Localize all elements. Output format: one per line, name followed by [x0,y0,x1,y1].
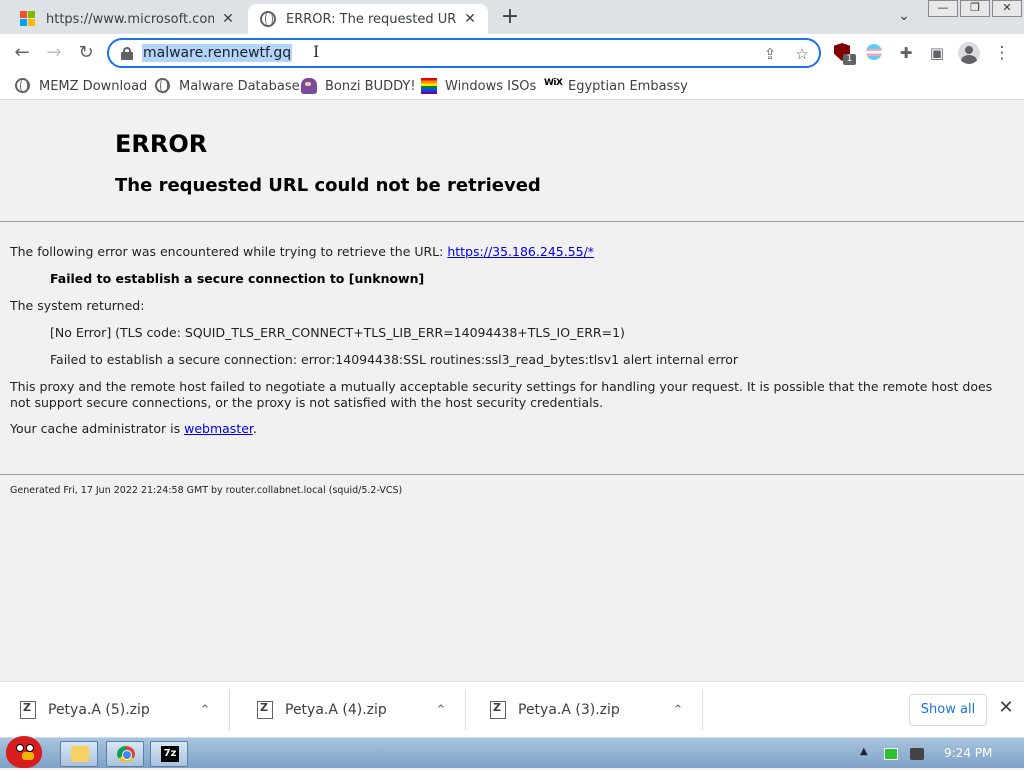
download-item[interactable]: Petya.A (5).zip ⌃ [0,690,230,730]
globe-icon [260,11,276,27]
extension-badge: 1 [843,54,856,65]
wix-icon: WiX [544,78,563,88]
cache-admin: Your cache administrator is webmaster. [10,421,257,436]
page-title: ERROR [115,130,208,158]
tab-strip: https://www.microsoft.com/sc ✕ ERROR: Th… [0,0,1024,34]
profile-avatar[interactable] [958,42,980,64]
zip-file-icon [257,701,273,719]
folder-icon [71,746,89,762]
forward-button[interactable]: → [42,42,66,64]
bookmark-label: Bonzi BUDDY! [325,78,416,94]
bonzi-icon [301,78,317,94]
bookmark-label: Malware Database [179,78,300,94]
system-returned-label: The system returned: [10,298,145,313]
bookmark-windows-isos[interactable]: Windows ISOs [421,76,536,96]
download-name: Petya.A (5).zip [48,702,150,718]
divider [0,474,1024,475]
lock-icon[interactable] [121,47,133,60]
taskbar: 7z ▲ 9:24 PM [0,736,1024,768]
globe-icon [155,78,171,94]
battery-icon[interactable] [884,748,898,760]
bookmarks-bar: MEMZ Download Malware Database Bonzi BUD… [0,72,1024,100]
extensions-puzzle-icon[interactable]: ✚ [896,43,916,63]
show-all-button[interactable]: Show all [909,694,987,726]
network-icon[interactable] [910,748,924,760]
chevron-up-icon[interactable]: ⌃ [668,703,688,718]
taskbar-7zip[interactable]: 7z [150,741,188,767]
bookmark-label: Egyptian Embassy [568,78,688,94]
tab-close-icon[interactable]: ✕ [220,11,236,27]
generated-footer: Generated Fri, 17 Jun 2022 21:24:58 GMT … [10,485,403,496]
bookmark-bonzi-buddy[interactable]: Bonzi BUDDY! [301,76,416,96]
clock[interactable]: 9:24 PM [944,746,992,760]
minimize-button[interactable]: — [928,0,958,17]
error-explanation: This proxy and the remote host failed to… [10,379,993,410]
chevron-up-icon[interactable]: ⌃ [431,703,451,718]
tab-search-button[interactable]: ⌄ [894,8,914,28]
page-subtitle: The requested URL could not be retrieved [115,175,541,196]
share-icon[interactable]: ⇪ [761,45,779,63]
chevron-up-icon[interactable]: ⌃ [195,703,215,718]
bookmark-memz[interactable]: MEMZ Download [15,76,147,96]
menu-kebab-icon[interactable]: ⋮ [992,43,1012,63]
tab-title: https://www.microsoft.com/sc [46,11,214,27]
new-tab-button[interactable]: + [498,6,522,30]
star-icon[interactable]: ☆ [793,45,811,63]
bookmark-egyptian-embassy[interactable]: WiX Egyptian Embassy [544,76,688,96]
page-content: ERROR The requested URL could not be ret… [0,101,1024,681]
window-controls: — ❐ ✕ [926,0,1022,17]
7zip-icon: 7z [161,746,179,762]
close-window-button[interactable]: ✕ [992,0,1022,17]
extension-ball-icon[interactable] [866,44,882,60]
tab-error[interactable]: ERROR: The requested URL co ✕ [248,4,488,34]
error-url-link[interactable]: https://35.186.245.55/* [447,244,594,259]
chrome-icon [117,746,135,762]
reload-button[interactable]: ↻ [74,42,98,64]
taskbar-chrome[interactable] [106,741,144,767]
browser-toolbar: ← → ↻ malware.rennewtf.gq I ⇪ ☆ 1 ✚ ▣ ⋮ [0,34,1024,72]
tab-close-icon[interactable]: ✕ [462,11,478,27]
bookmark-label: MEMZ Download [39,78,148,94]
download-item[interactable]: Petya.A (4).zip ⌃ [237,690,466,730]
zip-file-icon [20,701,36,719]
taskbar-explorer[interactable] [60,741,98,767]
tab-title: ERROR: The requested URL co [286,11,456,27]
close-icon[interactable]: ✕ [996,698,1016,718]
globe-icon [15,78,31,94]
back-button[interactable]: ← [10,42,34,64]
text-cursor-icon: I [313,42,320,61]
address-bar[interactable]: malware.rennewtf.gq I ⇪ ☆ [107,38,821,68]
zip-file-icon [490,701,506,719]
microsoft-logo-icon [20,11,36,27]
downloads-bar: Petya.A (5).zip ⌃ Petya.A (4).zip ⌃ Pety… [0,681,1024,737]
rainbow-flag-icon [421,78,437,94]
tab-microsoft[interactable]: https://www.microsoft.com/sc ✕ [8,4,246,34]
download-name: Petya.A (3).zip [518,702,620,718]
bookmark-label: Windows ISOs [445,78,537,94]
download-item[interactable]: Petya.A (3).zip ⌃ [470,690,703,730]
download-name: Petya.A (4).zip [285,702,387,718]
error-intro: The following error was encountered whil… [10,244,595,259]
webmaster-link[interactable]: webmaster [184,421,253,436]
error-message: Failed to establish a secure connection … [50,271,425,286]
bookmark-malware-database[interactable]: Malware Database [155,76,300,96]
restore-button[interactable]: ❐ [960,0,990,17]
tray-expand-icon[interactable]: ▲ [860,746,868,757]
tls-code: [No Error] (TLS code: SQUID_TLS_ERR_CONN… [50,325,625,340]
ssl-error: Failed to establish a secure connection:… [50,352,739,367]
start-button[interactable] [2,730,48,770]
url-text[interactable]: malware.rennewtf.gq [142,44,293,62]
error-header: ERROR The requested URL could not be ret… [0,101,1024,222]
side-panel-icon[interactable]: ▣ [927,43,947,63]
